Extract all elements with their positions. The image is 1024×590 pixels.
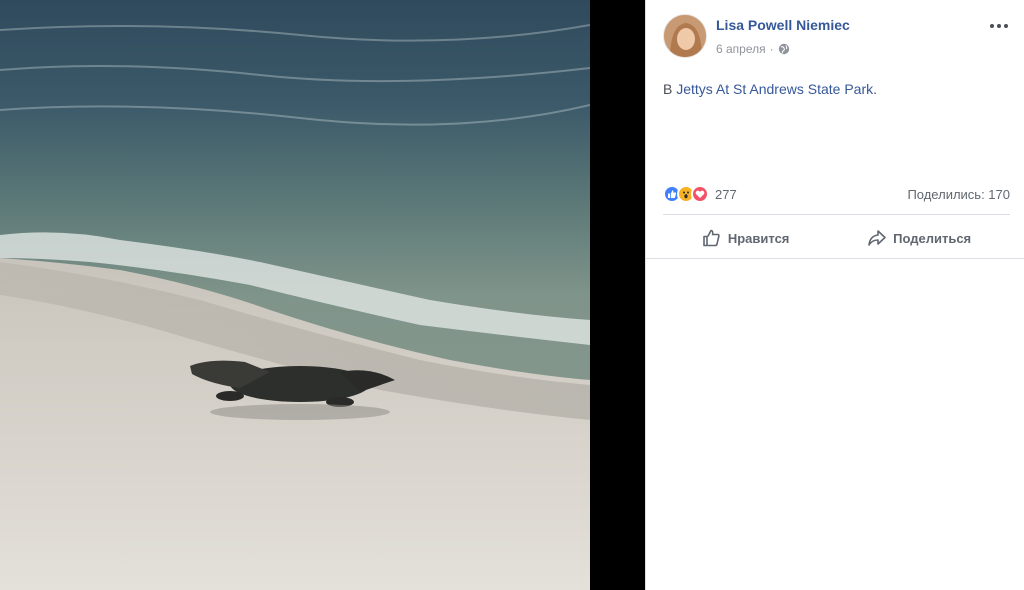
dot-icon [1004,24,1008,28]
shares-count[interactable]: Поделились: 170 [907,187,1010,202]
meta-separator: · [769,42,774,56]
thumbs-up-icon [703,229,720,247]
reaction-count: 277 [715,186,737,202]
post-meta: 6 апреля · [716,42,790,56]
reactions-summary[interactable]: 277 [663,185,737,203]
post-location: В Jettys At St Andrews State Park. [663,81,877,97]
profile-photo-icon [664,15,706,57]
like-button[interactable]: Нравится [692,222,800,254]
post-side-panel: Lisa Powell Niemiec 6 апреля · В Jettys … [645,0,1024,590]
location-link[interactable]: Jettys At St Andrews State Park [676,81,873,97]
share-arrow-icon [868,230,886,246]
love-icon [691,185,709,203]
author-name[interactable]: Lisa Powell Niemiec [716,17,850,33]
photo-viewer [0,0,645,590]
post-photo[interactable] [0,0,590,590]
globe-icon[interactable] [778,43,790,55]
post-stats: 277 Поделились: 170 [663,182,1010,206]
dot-icon [997,24,1001,28]
post-header: Lisa Powell Niemiec 6 апреля · [646,0,1024,70]
share-label: Поделиться [893,230,972,246]
location-prefix: В [663,81,673,97]
like-label: Нравится [727,230,790,246]
share-button[interactable]: Поделиться [857,222,981,254]
divider [646,258,1024,259]
location-suffix: . [873,81,877,97]
post-actions: Нравится Поделиться [663,218,1010,258]
beach-photo-image [0,0,590,590]
dot-icon [990,24,994,28]
divider [663,214,1010,215]
avatar[interactable] [663,14,707,58]
more-options-button[interactable] [988,18,1010,34]
post-date[interactable]: 6 апреля [716,42,766,56]
